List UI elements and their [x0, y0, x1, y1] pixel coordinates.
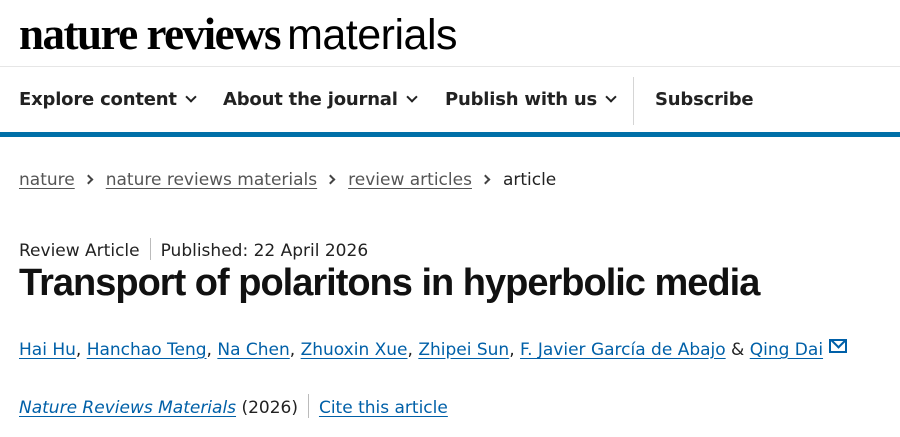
author-link[interactable]: Zhuoxin Xue: [301, 340, 408, 360]
publication-year: (2026): [241, 398, 298, 418]
journal-logo[interactable]: nature reviews materials: [19, 8, 457, 60]
nav-about-journal-label: About the journal: [223, 89, 398, 110]
breadcrumb-review-articles[interactable]: review articles: [348, 170, 472, 190]
published-date: Published: 22 April 2026: [160, 241, 369, 261]
nav-explore-content-label: Explore content: [19, 89, 177, 110]
breadcrumb-nature-reviews-materials[interactable]: nature reviews materials: [106, 170, 317, 190]
author-link[interactable]: Zhipei Sun: [418, 340, 509, 360]
chevron-down-icon: [185, 91, 197, 103]
chevron-right-icon: [480, 174, 491, 185]
author-link-corresponding[interactable]: Qing Dai: [750, 340, 823, 360]
breadcrumb-current: article: [502, 170, 557, 190]
nav-about-journal[interactable]: About the journal: [223, 89, 418, 110]
cite-this-article-link[interactable]: Cite this article: [319, 398, 448, 418]
nav-divider: [633, 77, 634, 125]
nav-explore-content[interactable]: Explore content: [19, 89, 197, 110]
author-link[interactable]: Na Chen: [217, 340, 289, 360]
envelope-icon[interactable]: [829, 339, 848, 353]
chevron-right-icon: [325, 174, 336, 185]
nav-subscribe-label: Subscribe: [655, 89, 754, 110]
nav-subscribe[interactable]: Subscribe: [655, 89, 754, 110]
author-list: Hai Hu, Hanchao Teng, Na Chen, Zhuoxin X…: [19, 339, 848, 360]
breadcrumb: nature nature reviews materials review art…: [19, 170, 556, 190]
author-link[interactable]: Hanchao Teng: [87, 340, 207, 360]
nav-publish-with-us-label: Publish with us: [445, 89, 598, 110]
site-header: nature reviews materials: [0, 0, 900, 67]
article-meta: Review Article Published: 22 April 2026: [19, 238, 369, 262]
citation-divider: [307, 394, 309, 418]
journal-link[interactable]: Nature Reviews Materials: [19, 398, 236, 418]
chevron-down-icon: [605, 91, 617, 103]
breadcrumb-nature[interactable]: nature: [19, 170, 75, 190]
chevron-right-icon: [83, 174, 94, 185]
meta-divider: [149, 238, 151, 260]
citation-line: Nature Reviews Materials (2026) Cite this…: [19, 394, 448, 420]
chevron-down-icon: [406, 91, 418, 103]
logo-brand: nature reviews: [19, 9, 282, 59]
main-nav: Explore content About the journal Publis…: [0, 67, 900, 137]
author-link[interactable]: F. Javier García de Abajo: [520, 340, 726, 360]
article-title: Transport of polaritons in hyperbolic me…: [19, 262, 760, 304]
nav-publish-with-us[interactable]: Publish with us: [445, 89, 617, 110]
author-link[interactable]: Hai Hu: [19, 340, 76, 360]
article-type: Review Article: [19, 241, 140, 261]
logo-title: materials: [287, 11, 457, 59]
